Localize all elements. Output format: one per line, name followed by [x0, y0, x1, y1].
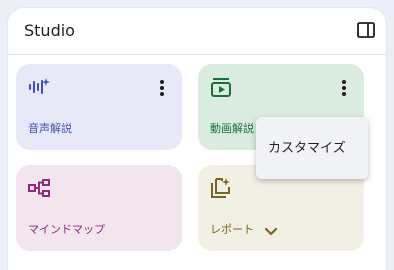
- chevron-down-icon[interactable]: [264, 222, 278, 236]
- video-play-icon: [210, 76, 232, 98]
- video-overview-label: 動画解説: [210, 122, 254, 135]
- audio-waveform-icon: [28, 76, 50, 98]
- panel-title: Studio: [24, 21, 75, 40]
- audio-more-icon[interactable]: [156, 78, 168, 98]
- report-sparkle-icon: [210, 177, 232, 199]
- audio-overview-label: 音声解説: [28, 122, 72, 135]
- studio-header: Studio: [8, 8, 386, 55]
- toggle-panel-icon[interactable]: [356, 20, 376, 40]
- menu-item-customize[interactable]: カスタマイズ: [256, 117, 368, 179]
- video-options-menu: カスタマイズ: [256, 117, 368, 179]
- mindmap-label: マインドマップ: [28, 223, 105, 236]
- audio-overview-card[interactable]: 音声解説: [16, 64, 182, 150]
- report-label: レポート: [210, 223, 254, 236]
- menu-item-customize-label: カスタマイズ: [268, 141, 346, 156]
- video-more-icon[interactable]: [338, 78, 350, 98]
- mindmap-card[interactable]: マインドマップ: [16, 165, 182, 251]
- mindmap-icon: [28, 177, 50, 199]
